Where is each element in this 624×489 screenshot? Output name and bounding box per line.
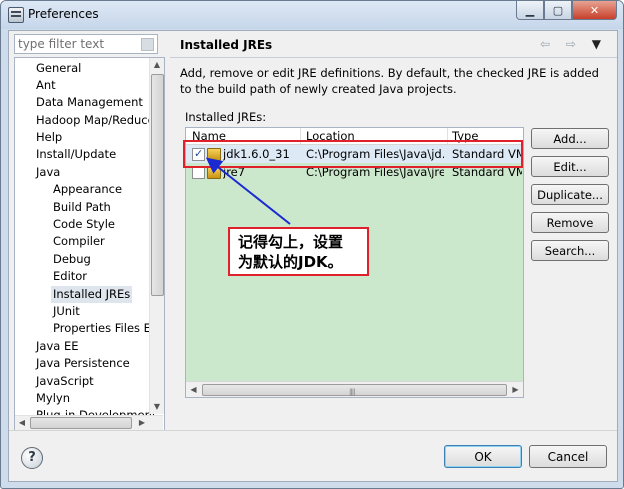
tree-item-appearance[interactable]: Appearance [53, 181, 122, 198]
tree-item-data-management[interactable]: Data Management [36, 94, 143, 111]
page-description: Add, remove or edit JRE definitions. By … [180, 66, 599, 96]
scroll-left-icon[interactable]: ◀ [15, 416, 29, 430]
minimize-icon: ▁ [525, 3, 535, 17]
preferences-app-icon [8, 7, 24, 23]
tree-item-java-ee[interactable]: Java EE [36, 338, 78, 355]
help-icon[interactable]: ? [21, 447, 43, 469]
tree-item-hadoop[interactable]: Hadoop Map/Reduce [36, 112, 155, 129]
ok-button[interactable]: OK [444, 445, 522, 468]
tree-item-help[interactable]: Help [36, 129, 62, 146]
table-horizontal-scrollbar[interactable]: ◀ |||| ▶ [186, 381, 523, 397]
preferences-window: Preferences ▁ ▢ ✕ type filter text Gener… [0, 0, 624, 489]
scroll-up-icon[interactable]: ▲ [150, 58, 164, 72]
tree-item-debug[interactable]: Debug [53, 251, 91, 268]
tree-item-mylyn[interactable]: Mylyn [36, 390, 70, 407]
tree-item-general[interactable]: General [36, 60, 81, 77]
tree-item-junit[interactable]: JUnit [53, 303, 80, 320]
tree-item-properties-files-editor[interactable]: Properties Files Ed [53, 320, 158, 337]
scroll-right-icon[interactable]: ▶ [135, 416, 149, 430]
tree-item-install-update[interactable]: Install/Update [36, 146, 116, 163]
window-title: Preferences [28, 7, 99, 21]
page-title: Installed JREs [180, 38, 273, 52]
installed-jres-label: Installed JREs: [185, 110, 267, 124]
add-button[interactable]: Add... [531, 128, 609, 149]
search-button[interactable]: Search... [531, 240, 609, 261]
filter-placeholder: type filter text [18, 37, 105, 51]
page-navigation: ⇦ ⇨ ▼ [540, 37, 607, 51]
tree-item-ant[interactable]: Ant [36, 77, 56, 94]
filter-input[interactable]: type filter text [14, 34, 158, 54]
back-arrow-icon[interactable]: ⇦ [540, 37, 556, 51]
scroll-right-icon[interactable]: ▶ [508, 382, 523, 397]
scroll-left-icon[interactable]: ◀ [186, 382, 201, 397]
tree-item-java[interactable]: Java [36, 164, 60, 181]
scroll-down-icon[interactable]: ▼ [150, 400, 164, 414]
tree-item-code-style[interactable]: Code Style [53, 216, 115, 233]
tree-vertical-thumb[interactable] [151, 74, 164, 296]
tree-vertical-scrollbar[interactable]: ▲ ▼ [149, 58, 164, 414]
maximize-button[interactable]: ▢ [544, 1, 572, 20]
tree-item-build-path[interactable]: Build Path [53, 199, 111, 216]
minimize-button[interactable]: ▁ [516, 1, 544, 20]
window-controls: ▁ ▢ ✕ [516, 1, 617, 20]
tree-horizontal-scrollbar[interactable]: ◀ ▶ [15, 415, 163, 430]
duplicate-button[interactable]: Duplicate... [531, 184, 609, 205]
maximize-icon: ▢ [552, 3, 564, 17]
clear-filter-icon[interactable] [141, 38, 154, 51]
preference-tree: General Ant Data Management Hadoop Map/R… [14, 57, 165, 431]
remove-button[interactable]: Remove [531, 212, 609, 233]
tree-horizontal-thumb[interactable] [30, 417, 132, 429]
tree-item-javascript[interactable]: JavaScript [36, 373, 94, 390]
annotation-line-1: 记得勾上，设置 [238, 233, 344, 251]
edit-button[interactable]: Edit... [531, 156, 609, 177]
annotation-callout: 记得勾上，设置 为默认的JDK。 [228, 227, 369, 276]
tree-item-editor[interactable]: Editor [53, 268, 87, 285]
dialog-client: type filter text General Ant Data Manage… [8, 30, 618, 482]
tree-item-compiler[interactable]: Compiler [53, 233, 105, 250]
annotation-line-2: 为默认的JDK。 [238, 253, 343, 271]
cancel-button[interactable]: Cancel [529, 445, 607, 468]
tree-item-java-persistence[interactable]: Java Persistence [36, 355, 130, 372]
close-button[interactable]: ✕ [572, 1, 617, 20]
forward-arrow-icon[interactable]: ⇨ [566, 37, 582, 51]
tree-item-installed-jres[interactable]: Installed JREs [51, 286, 133, 303]
table-horizontal-thumb[interactable]: |||| [202, 384, 507, 396]
title-separator [170, 57, 617, 58]
close-icon: ✕ [589, 3, 600, 17]
highlight-box [183, 140, 523, 168]
bottom-separator [9, 430, 617, 431]
title-bar[interactable]: Preferences ▁ ▢ ✕ [1, 1, 623, 29]
scroll-grip-icon: |||| [349, 388, 356, 396]
view-menu-icon[interactable]: ▼ [592, 37, 607, 51]
